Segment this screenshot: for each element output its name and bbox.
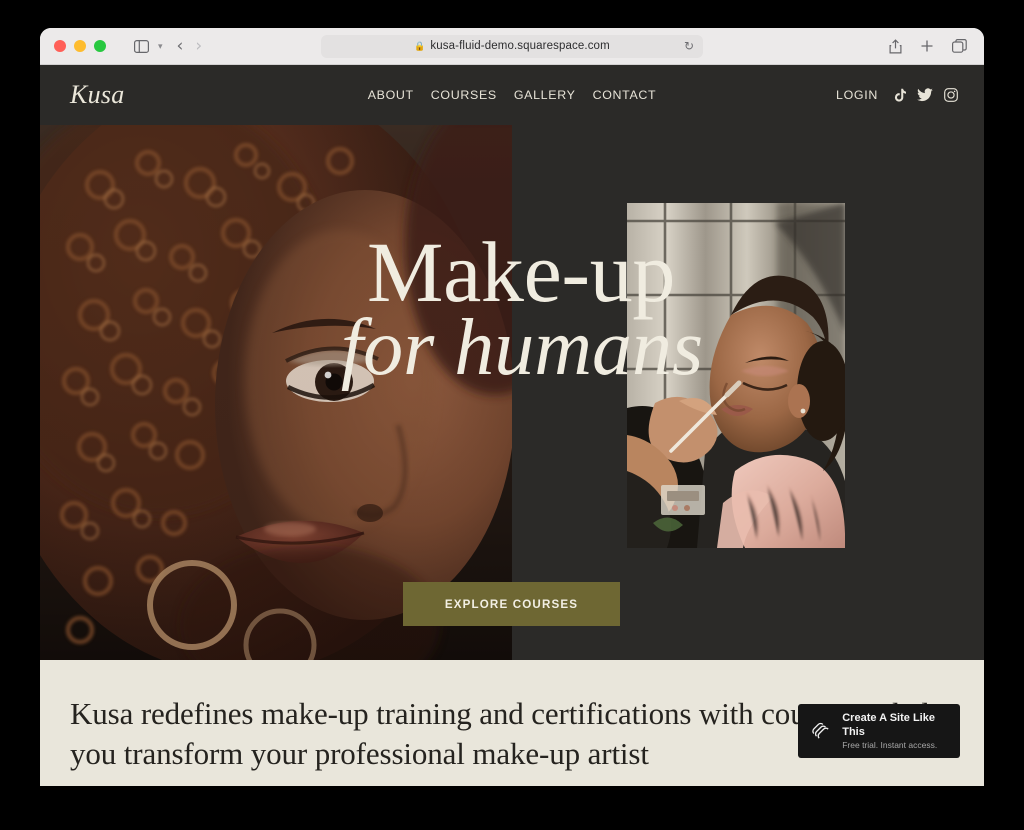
browser-toolbar: ▾ ‹ › 🔒 kusa-fluid-demo.squarespace.com … <box>40 28 984 65</box>
header-right-group: LOGIN <box>836 88 958 103</box>
share-icon[interactable] <box>884 34 906 58</box>
explore-courses-button[interactable]: EXPLORE COURSES <box>403 582 620 626</box>
nav-item-contact[interactable]: CONTACT <box>593 88 657 102</box>
tiktok-icon[interactable] <box>892 88 906 103</box>
back-arrow-icon[interactable]: ‹ <box>177 37 184 55</box>
login-link[interactable]: LOGIN <box>836 88 878 102</box>
browser-window: ▾ ‹ › 🔒 kusa-fluid-demo.squarespace.com … <box>40 28 984 786</box>
badge-title: Create A Site Like This <box>842 711 935 738</box>
chevron-down-icon[interactable]: ▾ <box>158 41 163 52</box>
reload-icon[interactable]: ↻ <box>684 39 694 53</box>
address-bar[interactable]: 🔒 kusa-fluid-demo.squarespace.com ↻ <box>321 34 703 58</box>
minimize-window-button[interactable] <box>74 40 86 52</box>
site-header: Kusa ABOUT COURSES GALLERY CONTACT LOGIN <box>40 65 984 125</box>
main-navigation: ABOUT COURSES GALLERY CONTACT <box>368 88 657 102</box>
window-controls <box>54 40 106 52</box>
forward-arrow-icon[interactable]: › <box>195 37 202 55</box>
social-links <box>892 88 958 103</box>
sidebar-controls: ▾ <box>128 34 163 58</box>
lock-icon: 🔒 <box>414 40 426 51</box>
site-logo[interactable]: Kusa <box>70 80 125 110</box>
plus-icon[interactable] <box>916 34 938 58</box>
squarespace-promo-badge[interactable]: Create A Site Like This Free trial. Inst… <box>798 704 960 758</box>
twitter-icon[interactable] <box>917 88 933 102</box>
nav-item-about[interactable]: ABOUT <box>368 88 414 102</box>
squarespace-logo-icon <box>812 722 829 739</box>
hero-portrait-image <box>40 125 512 660</box>
website-viewport: Kusa ABOUT COURSES GALLERY CONTACT LOGIN <box>40 65 984 786</box>
hero-secondary-image <box>627 203 845 548</box>
maximize-window-button[interactable] <box>94 40 106 52</box>
badge-text-group: Create A Site Like This Free trial. Inst… <box>842 711 947 752</box>
navigation-arrows: ‹ › <box>177 37 203 55</box>
hero-section: Make-up for humans EXPLORE COURSES <box>40 125 984 660</box>
tab-overview-icon[interactable] <box>948 34 970 58</box>
toolbar-right-actions <box>884 34 970 58</box>
nav-item-courses[interactable]: COURSES <box>431 88 497 102</box>
badge-subtitle: Free trial. Instant access. <box>842 740 938 751</box>
instagram-icon[interactable] <box>944 88 958 102</box>
nav-item-gallery[interactable]: GALLERY <box>514 88 576 102</box>
sidebar-toggle-icon[interactable] <box>128 34 154 58</box>
url-text: kusa-fluid-demo.squarespace.com <box>430 40 610 52</box>
close-window-button[interactable] <box>54 40 66 52</box>
